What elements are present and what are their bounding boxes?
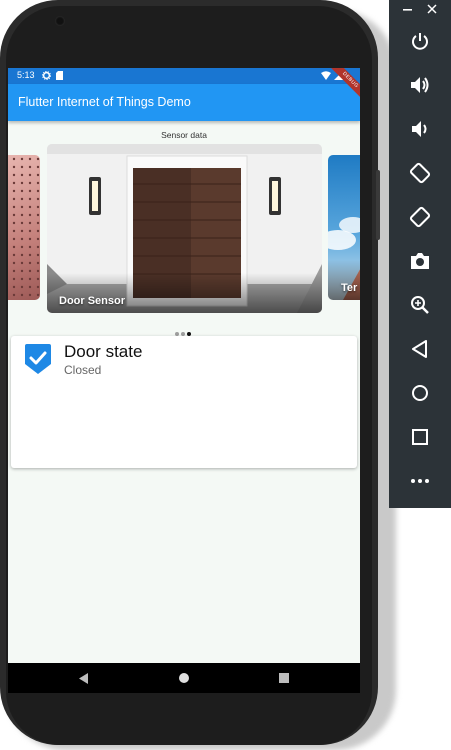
card-gradient (47, 273, 322, 313)
wifi-icon (321, 71, 331, 80)
home-button[interactable] (389, 378, 451, 408)
volume-up-icon (411, 77, 429, 93)
overview-icon (412, 429, 428, 445)
android-nav-bar (8, 663, 360, 693)
zoom-icon (411, 296, 429, 314)
rotate-left-button[interactable] (389, 158, 451, 188)
app-title: Flutter Internet of Things Demo (18, 95, 191, 109)
overview-button[interactable] (389, 422, 451, 452)
card-label: Ter (341, 282, 358, 294)
card-gradient (328, 260, 360, 300)
carousel[interactable]: Door Sensor Ter (8, 144, 360, 314)
checkbox-icon (25, 344, 51, 374)
sensor-state-card: Door state Closed (11, 336, 357, 468)
rotate-left-icon (409, 162, 431, 184)
volume-down-icon (412, 121, 427, 137)
state-value: Closed (64, 363, 102, 377)
back-button[interactable] (389, 334, 451, 364)
volume-up-button[interactable] (389, 70, 451, 100)
power-button[interactable] (389, 26, 451, 56)
carousel-card-door-sensor[interactable]: Door Sensor (47, 144, 322, 313)
status-time: 5:13 (17, 70, 35, 80)
more-button[interactable] (389, 466, 451, 496)
carousel-card-right[interactable]: Ter (328, 155, 360, 300)
camera-icon (411, 253, 429, 269)
sd-card-icon (56, 71, 63, 80)
minimize-icon[interactable] (403, 9, 412, 11)
app-bar: Flutter Internet of Things Demo (8, 84, 360, 121)
rotate-right-button[interactable] (389, 202, 451, 232)
emulator-toolbar (389, 0, 451, 508)
more-icon (411, 479, 429, 483)
home-icon[interactable] (179, 673, 189, 683)
settings-icon (42, 71, 51, 80)
card-label: Door Sensor (59, 295, 126, 307)
close-icon[interactable] (427, 4, 437, 14)
front-camera (55, 16, 65, 26)
zoom-button[interactable] (389, 290, 451, 320)
power-icon (412, 33, 428, 50)
recents-icon[interactable] (279, 673, 289, 683)
status-bar: 5:13 (8, 68, 360, 84)
section-heading: Sensor data (161, 130, 207, 140)
pegboard-image (8, 155, 40, 300)
home-icon (412, 385, 428, 401)
back-icon (412, 340, 427, 358)
state-title: Door state (64, 342, 143, 361)
device-screen: 5:13 Flutter Internet of Things Demo DEB… (8, 68, 360, 693)
screenshot-button[interactable] (389, 246, 451, 276)
rotate-right-icon (409, 206, 431, 228)
back-icon[interactable] (79, 673, 89, 684)
carousel-card-left[interactable] (8, 155, 40, 300)
volume-down-button[interactable] (389, 114, 451, 144)
phone-side-button (376, 170, 380, 240)
